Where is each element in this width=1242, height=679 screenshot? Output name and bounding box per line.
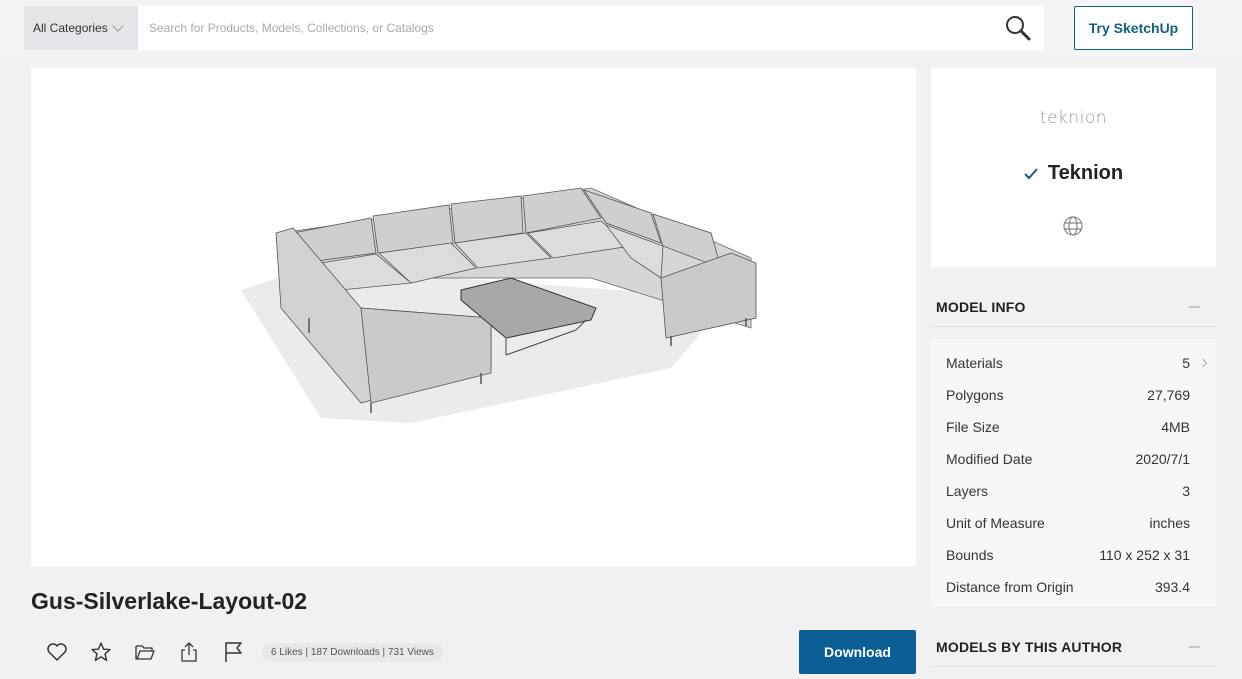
- info-row-distance: Distance from Origin 393.4: [931, 571, 1216, 603]
- info-row-materials[interactable]: Materials 5: [931, 347, 1216, 379]
- info-row-bounds: Bounds 110 x 252 x 31: [931, 539, 1216, 571]
- model-title: Gus-Silverlake-Layout-02: [31, 588, 308, 614]
- info-value: 27,769: [1147, 387, 1190, 403]
- author-name-row: Teknion: [931, 162, 1216, 185]
- heart-icon[interactable]: [40, 636, 74, 668]
- info-row-modified-date: Modified Date 2020/7/1: [931, 443, 1216, 475]
- info-label: Modified Date: [946, 451, 1033, 467]
- models-by-author-header[interactable]: MODELS BY THIS AUTHOR: [931, 627, 1216, 667]
- info-row-file-size: File Size 4MB: [931, 411, 1216, 443]
- info-value: 110 x 252 x 31: [1099, 547, 1190, 563]
- models-by-author-title: MODELS BY THIS AUTHOR: [936, 638, 1123, 655]
- model-info-header[interactable]: MODEL INFO: [931, 287, 1216, 327]
- category-select[interactable]: All Categories: [24, 6, 138, 50]
- search-input[interactable]: [138, 6, 996, 50]
- info-value: 5: [1182, 355, 1190, 371]
- info-value: 4MB: [1161, 419, 1190, 435]
- search-box: [138, 6, 1044, 50]
- info-label: Materials: [946, 355, 1003, 371]
- folder-icon[interactable]: [128, 636, 162, 668]
- category-select-label: All Categories: [33, 21, 108, 35]
- info-row-polygons: Polygons 27,769: [931, 379, 1216, 411]
- share-icon[interactable]: [172, 636, 206, 668]
- model-actions: 6 Likes | 187 Downloads | 731 Views: [40, 636, 443, 668]
- verified-check-icon: [1024, 167, 1038, 179]
- info-value: 3: [1182, 483, 1190, 499]
- author-card: teknion Teknion: [931, 68, 1216, 267]
- info-label: Unit of Measure: [946, 515, 1045, 531]
- info-label: Layers: [946, 483, 989, 499]
- info-label: Distance from Origin: [946, 579, 1074, 595]
- top-bar: All Categories Try SketchUp: [0, 0, 1242, 58]
- star-icon[interactable]: [84, 636, 118, 668]
- flag-icon[interactable]: [216, 636, 250, 668]
- model-stats: 6 Likes | 187 Downloads | 731 Views: [262, 642, 443, 662]
- try-sketchup-button[interactable]: Try SketchUp: [1074, 6, 1193, 50]
- download-button[interactable]: Download: [799, 630, 916, 674]
- globe-icon[interactable]: [1062, 215, 1084, 237]
- info-value: 2020/7/1: [1135, 451, 1191, 467]
- model-preview-image: [241, 187, 757, 423]
- author-name[interactable]: Teknion: [1048, 162, 1123, 185]
- info-label: Polygons: [946, 387, 1004, 403]
- collapse-icon[interactable]: [1189, 305, 1200, 308]
- search-icon[interactable]: [996, 6, 1040, 50]
- info-row-layers: Layers 3: [931, 475, 1216, 507]
- model-info-table: Materials 5 Polygons 27,769 File Size 4M…: [931, 339, 1216, 607]
- info-label: Bounds: [946, 547, 994, 563]
- author-logo[interactable]: teknion: [931, 108, 1216, 128]
- info-value: 393.4: [1154, 579, 1190, 595]
- info-label: File Size: [946, 419, 1000, 435]
- info-row-unit: Unit of Measure inches: [931, 507, 1216, 539]
- collapse-icon[interactable]: [1189, 645, 1200, 648]
- info-value: inches: [1149, 515, 1190, 531]
- chevron-down-icon: [112, 20, 124, 32]
- model-viewer[interactable]: [31, 68, 916, 566]
- chevron-right-icon[interactable]: [1198, 358, 1208, 368]
- model-info-title: MODEL INFO: [936, 298, 1026, 315]
